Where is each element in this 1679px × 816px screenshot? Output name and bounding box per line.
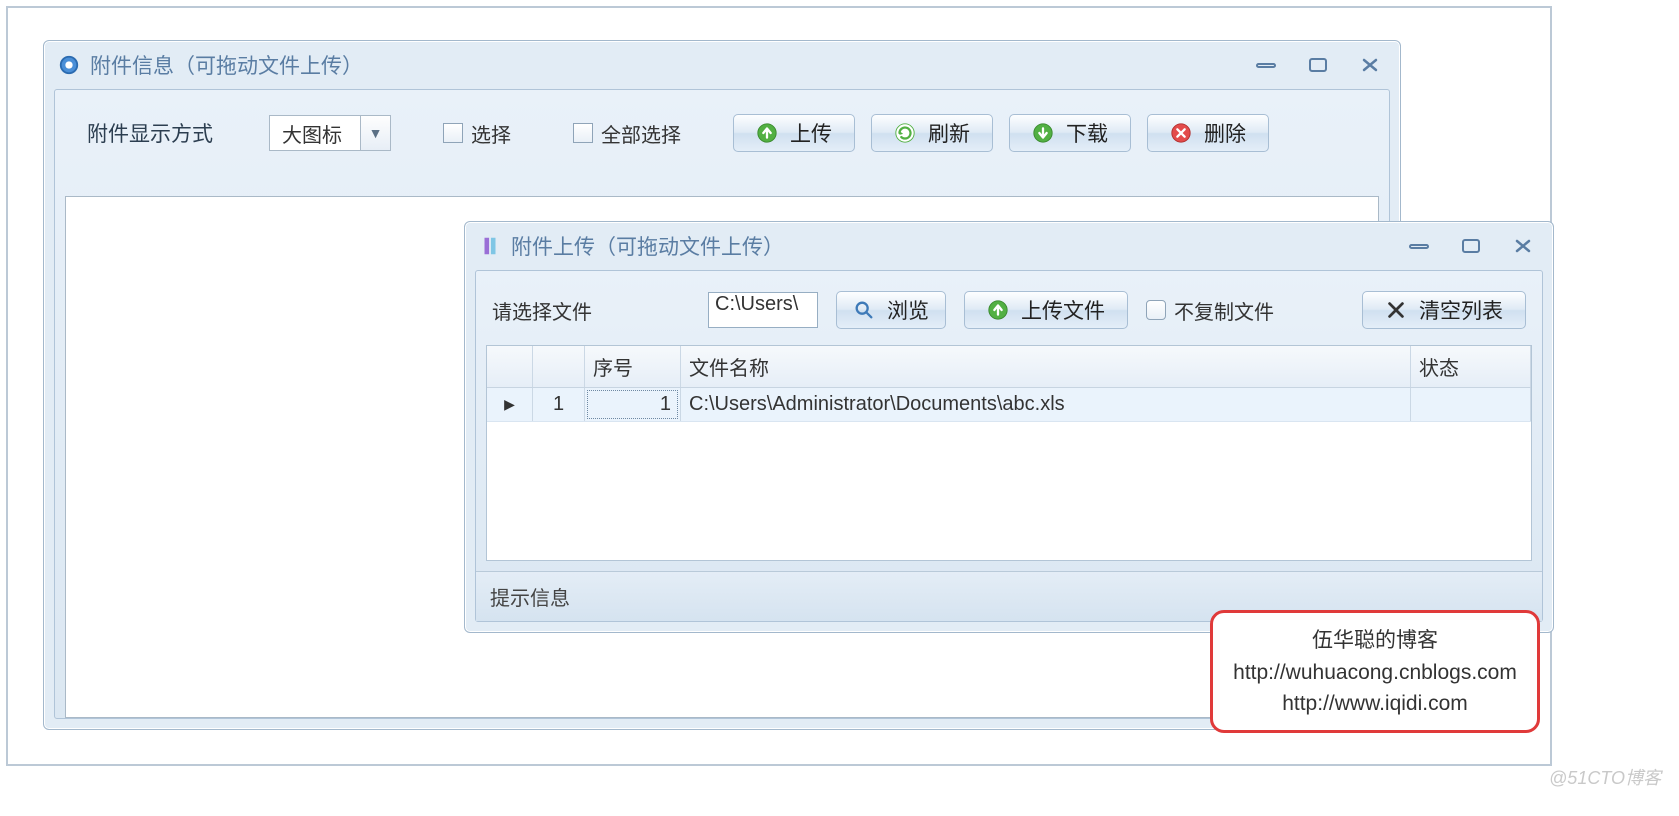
download-label: 下载 <box>1066 118 1108 148</box>
th-index[interactable] <box>533 346 585 387</box>
upload-file-button[interactable]: 上传文件 <box>964 291 1128 329</box>
maximize-button[interactable] <box>1455 235 1487 257</box>
checkbox-no-copy[interactable]: 不复制文件 <box>1146 296 1274 325</box>
toolbar: 附件显示方式 大图标 ▼ 选择 全部选择 <box>69 104 1375 174</box>
chevron-down-icon: ▼ <box>360 116 390 150</box>
close-button[interactable] <box>1507 235 1539 257</box>
th-seq[interactable]: 序号 <box>585 346 681 387</box>
upload-label: 上传 <box>790 118 832 148</box>
cell-index: 1 <box>533 388 585 421</box>
callout-title: 伍华聪的博客 <box>1223 625 1527 657</box>
titlebar[interactable]: 附件信息（可拖动文件上传） <box>44 41 1400 89</box>
browse-button[interactable]: 浏览 <box>836 291 946 329</box>
inner-panel: 请选择文件 C:\Users\ 浏览 上传文件 不复制 <box>475 270 1543 622</box>
search-icon <box>853 299 875 321</box>
maximize-button[interactable] <box>1302 54 1334 76</box>
th-filename[interactable]: 文件名称 <box>681 346 1411 387</box>
delete-label: 删除 <box>1204 118 1246 148</box>
file-table: 序号 文件名称 状态 ▶ 1 1 C:\Users\Administrator\… <box>486 345 1532 561</box>
window-title: 附件上传（可拖动文件上传） <box>511 231 1403 261</box>
cell-seq[interactable]: 1 <box>585 388 681 421</box>
file-path-input[interactable]: C:\Users\ <box>708 292 818 328</box>
download-icon <box>1032 122 1054 144</box>
checkbox-select-label: 选择 <box>471 119 511 148</box>
display-mode-label: 附件显示方式 <box>87 118 213 148</box>
clear-list-button[interactable]: 清空列表 <box>1362 291 1526 329</box>
browse-label: 浏览 <box>887 295 929 325</box>
minimize-button[interactable] <box>1403 235 1435 257</box>
refresh-button[interactable]: 刷新 <box>871 114 993 152</box>
table-header: 序号 文件名称 状态 <box>487 346 1531 388</box>
refresh-icon <box>894 122 916 144</box>
minimize-button[interactable] <box>1250 54 1282 76</box>
upload-button[interactable]: 上传 <box>733 114 855 152</box>
checkbox-icon <box>443 123 463 143</box>
checkbox-select-all-label: 全部选择 <box>601 119 681 148</box>
checkbox-select[interactable]: 选择 <box>443 119 511 148</box>
download-button[interactable]: 下载 <box>1009 114 1131 152</box>
display-mode-value: 大图标 <box>270 119 360 148</box>
row-marker-icon: ▶ <box>487 388 533 421</box>
th-marker[interactable] <box>487 346 533 387</box>
window-attachment-upload: 附件上传（可拖动文件上传） 请选择文件 C:\Users\ <box>464 221 1554 633</box>
checkbox-no-copy-label: 不复制文件 <box>1174 296 1274 325</box>
watermark: @51CTO博客 <box>1549 764 1661 790</box>
window-controls <box>1250 54 1386 76</box>
window-title: 附件信息（可拖动文件上传） <box>90 50 1250 80</box>
upload-icon <box>756 122 778 144</box>
delete-icon <box>1170 122 1192 144</box>
close-button[interactable] <box>1354 54 1386 76</box>
close-icon <box>1385 299 1407 321</box>
select-file-label: 请选择文件 <box>492 296 592 325</box>
toolbar: 请选择文件 C:\Users\ 浏览 上传文件 不复制 <box>476 271 1542 345</box>
cell-filename: C:\Users\Administrator\Documents\abc.xls <box>681 388 1411 421</box>
callout-url1: http://wuhuacong.cnblogs.com <box>1223 657 1527 689</box>
upload-icon <box>987 299 1009 321</box>
delete-button[interactable]: 删除 <box>1147 114 1269 152</box>
cell-status <box>1411 388 1531 421</box>
clear-list-label: 清空列表 <box>1419 295 1503 325</box>
callout-url2: http://www.iqidi.com <box>1223 688 1527 720</box>
blog-callout: 伍华聪的博客 http://wuhuacong.cnblogs.com http… <box>1210 610 1540 733</box>
table-empty-area <box>487 422 1531 560</box>
checkbox-select-all[interactable]: 全部选择 <box>573 119 681 148</box>
titlebar[interactable]: 附件上传（可拖动文件上传） <box>465 222 1553 270</box>
th-status[interactable]: 状态 <box>1411 346 1531 387</box>
app-icon <box>479 235 501 257</box>
display-mode-combo[interactable]: 大图标 ▼ <box>269 115 391 151</box>
upload-file-label: 上传文件 <box>1021 295 1105 325</box>
checkbox-icon <box>573 123 593 143</box>
window-controls <box>1403 235 1539 257</box>
checkbox-icon <box>1146 300 1166 320</box>
table-row[interactable]: ▶ 1 1 C:\Users\Administrator\Documents\a… <box>487 388 1531 422</box>
refresh-label: 刷新 <box>928 118 970 148</box>
app-icon <box>58 54 80 76</box>
